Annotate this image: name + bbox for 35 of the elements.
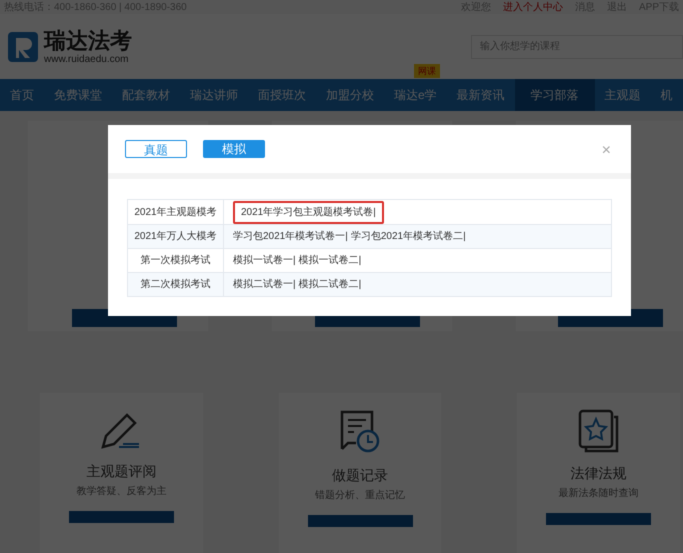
card-subtitle: 最新法条随时查询	[558, 486, 639, 501]
nav-item[interactable]: 配套教材	[112, 79, 180, 111]
logo-url: www.ruidaedu.com	[44, 54, 130, 66]
exam-link[interactable]: 模拟二试卷一|	[233, 277, 296, 292]
exam-link[interactable]: 模拟一试卷一|	[233, 253, 296, 268]
logo-icon	[8, 32, 40, 62]
nav-item[interactable]: 主观题	[594, 79, 651, 111]
logo-name: 瑞达法考	[44, 26, 132, 54]
card-title: 做题记录	[332, 466, 388, 485]
close-button[interactable]: ×	[602, 139, 611, 163]
exam-link[interactable]: 学习包2021年模考试卷一|	[233, 229, 348, 244]
nav-item[interactable]: 瑞达e学	[384, 79, 447, 111]
card-title: 法律法规	[570, 464, 627, 483]
card-title: 主观题评阅	[86, 462, 156, 481]
card-subtitle: 错题分析、重点记忆	[315, 488, 405, 503]
exam-link[interactable]: 学习包2021年模考试卷二|	[350, 229, 466, 244]
nav-item[interactable]: 免费课堂	[44, 79, 112, 111]
nav-item[interactable]: 面授班次	[248, 79, 316, 111]
tab[interactable]: 模拟	[203, 140, 265, 158]
exam-link[interactable]: 模拟一试卷二|	[298, 253, 362, 268]
nav-item[interactable]: 机	[650, 79, 683, 111]
top-link[interactable]: 进入个人中心	[502, 0, 563, 14]
tab[interactable]: 真题	[125, 140, 187, 158]
nav-item[interactable]: 首页	[0, 79, 44, 111]
nav-item[interactable]: 最新资讯	[446, 79, 515, 111]
star-book-icon	[578, 409, 620, 453]
exam-link[interactable]: 2021年学习包主观题模考试卷|	[233, 200, 384, 224]
nav-item[interactable]: 瑞达讲师	[180, 79, 248, 111]
card-subtitle: 教学答疑、反客为主	[76, 484, 166, 499]
nav-item[interactable]: 学习部落	[514, 79, 595, 111]
exam-link[interactable]: 模拟二试卷二|	[298, 277, 362, 292]
document-clock-icon	[338, 409, 382, 455]
nav-badge: 网课	[414, 64, 440, 78]
table-cell: 第二次模拟考试	[128, 273, 224, 296]
nav-item[interactable]: 加盟分校	[316, 79, 384, 111]
